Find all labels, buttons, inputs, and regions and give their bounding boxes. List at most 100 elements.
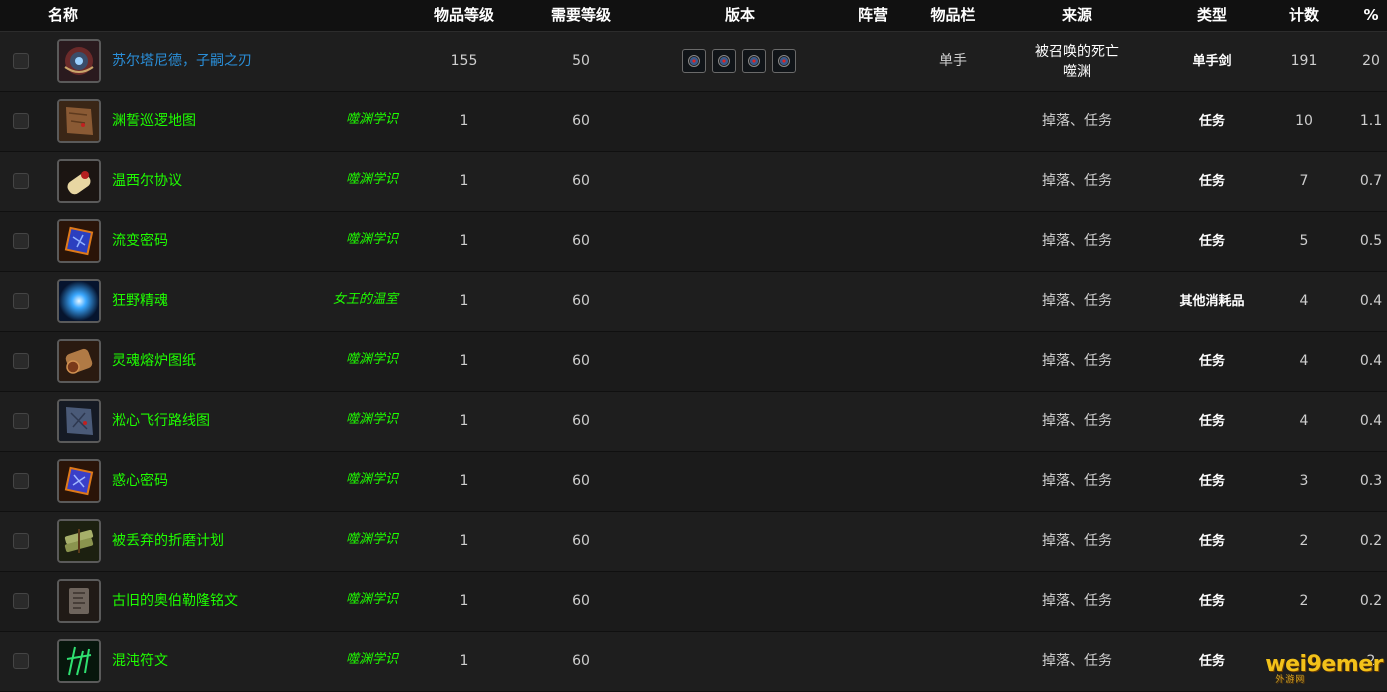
column-header-count[interactable]: 计数 bbox=[1289, 0, 1319, 32]
item-tag[interactable]: 噬渊学识 bbox=[346, 632, 398, 691]
item-name[interactable]: 被丢弃的折磨计划 bbox=[112, 512, 224, 571]
item-source: 掉落、任务 bbox=[1042, 233, 1112, 249]
item-name[interactable]: 狂野精魂 bbox=[112, 272, 168, 331]
row-checkbox[interactable] bbox=[13, 413, 29, 429]
column-header-percent[interactable]: % bbox=[1363, 0, 1378, 32]
item-source: 掉落、任务 bbox=[1042, 653, 1112, 669]
item-type[interactable]: 任务 bbox=[1199, 392, 1225, 451]
version-icon[interactable] bbox=[742, 49, 766, 73]
column-header-type[interactable]: 类型 bbox=[1197, 0, 1227, 32]
item-tag[interactable]: 女王的温室 bbox=[333, 272, 398, 331]
item-name[interactable]: 灵魂熔炉图纸 bbox=[112, 332, 196, 391]
item-name[interactable]: 流变密码 bbox=[112, 212, 168, 271]
cipher-cube-icon[interactable] bbox=[57, 219, 101, 263]
source-line-2[interactable]: 噬渊 bbox=[1035, 62, 1119, 82]
item-percent: 1.1 bbox=[1359, 113, 1383, 129]
item-tag[interactable]: 噬渊学识 bbox=[346, 332, 398, 391]
item-tag[interactable]: 噬渊学识 bbox=[346, 512, 398, 571]
wild-spirit-icon[interactable] bbox=[57, 279, 101, 323]
flight-map-icon[interactable] bbox=[57, 399, 101, 443]
table-row[interactable]: 被丢弃的折磨计划 噬渊学识 1 60 掉落、任务 任务 2 0.2 bbox=[0, 512, 1387, 572]
column-header-item-level[interactable]: 物品等级 bbox=[434, 0, 494, 32]
item-type[interactable]: 任务 bbox=[1199, 152, 1225, 211]
item-type[interactable]: 任务 bbox=[1199, 452, 1225, 511]
item-name[interactable]: 古旧的奥伯勒隆铭文 bbox=[112, 572, 238, 631]
source-line-1[interactable]: 被召唤的死亡 bbox=[1035, 42, 1119, 62]
bundle-icon[interactable] bbox=[57, 519, 101, 563]
item-source: 掉落、任务 bbox=[1042, 173, 1112, 189]
item-level: 1 bbox=[459, 353, 469, 369]
item-type[interactable]: 任务 bbox=[1199, 572, 1225, 631]
row-checkbox[interactable] bbox=[13, 53, 29, 69]
table-row[interactable]: 渊誓巡逻地图 噬渊学识 1 60 掉落、任务 任务 10 1.1 bbox=[0, 92, 1387, 152]
item-source: 掉落、任务 bbox=[1042, 473, 1112, 489]
table-row[interactable]: 灵魂熔炉图纸 噬渊学识 1 60 掉落、任务 任务 4 0.4 bbox=[0, 332, 1387, 392]
item-name[interactable]: 混沌符文 bbox=[112, 632, 168, 691]
item-source[interactable]: 被召唤的死亡 噬渊 bbox=[1035, 42, 1119, 82]
item-tag[interactable]: 噬渊学识 bbox=[346, 392, 398, 451]
item-name[interactable]: 苏尔塔尼德，子嗣之刃 bbox=[112, 32, 252, 91]
inscription-tablet-icon[interactable] bbox=[57, 579, 101, 623]
map-icon[interactable] bbox=[57, 99, 101, 143]
item-level: 1 bbox=[459, 653, 469, 669]
row-checkbox[interactable] bbox=[13, 533, 29, 549]
item-type[interactable]: 任务 bbox=[1199, 332, 1225, 391]
cipher-cube-icon[interactable] bbox=[57, 459, 101, 503]
item-tag[interactable]: 噬渊学识 bbox=[346, 92, 398, 151]
item-percent: 0.3 bbox=[1359, 473, 1383, 489]
column-header-slot[interactable]: 物品栏 bbox=[930, 0, 975, 32]
item-level: 1 bbox=[459, 293, 469, 309]
scroll-icon[interactable] bbox=[57, 159, 101, 203]
item-type[interactable]: 其他消耗品 bbox=[1179, 272, 1244, 331]
row-checkbox[interactable] bbox=[13, 233, 29, 249]
item-tag[interactable]: 噬渊学识 bbox=[346, 152, 398, 211]
row-checkbox[interactable] bbox=[13, 113, 29, 129]
column-header-required-level[interactable]: 需要等级 bbox=[551, 0, 611, 32]
item-slot: 单手 bbox=[939, 53, 967, 69]
item-tag[interactable]: 噬渊学识 bbox=[346, 212, 398, 271]
row-checkbox[interactable] bbox=[13, 473, 29, 489]
column-header-source[interactable]: 来源 bbox=[1062, 0, 1092, 32]
version-icon[interactable] bbox=[682, 49, 706, 73]
table-row[interactable]: 惑心密码 噬渊学识 1 60 掉落、任务 任务 3 0.3 bbox=[0, 452, 1387, 512]
item-tag[interactable]: 噬渊学识 bbox=[346, 452, 398, 511]
chaos-rune-icon[interactable] bbox=[57, 639, 101, 683]
watermark-subtext: 外游网 bbox=[1275, 675, 1306, 685]
required-level: 60 bbox=[572, 233, 590, 249]
column-header-name[interactable]: 名称 bbox=[48, 0, 78, 32]
column-header-faction[interactable]: 阵营 bbox=[858, 0, 888, 32]
row-checkbox[interactable] bbox=[13, 173, 29, 189]
table-row[interactable]: 狂野精魂 女王的温室 1 60 掉落、任务 其他消耗品 4 0.4 bbox=[0, 272, 1387, 332]
item-source: 掉落、任务 bbox=[1042, 413, 1112, 429]
item-name[interactable]: 温西尔协议 bbox=[112, 152, 182, 211]
column-header-version[interactable]: 版本 bbox=[725, 0, 755, 32]
item-type[interactable]: 任务 bbox=[1199, 212, 1225, 271]
version-icon[interactable] bbox=[712, 49, 736, 73]
item-type[interactable]: 单手剑 bbox=[1192, 32, 1231, 91]
sword-icon[interactable] bbox=[57, 39, 101, 83]
table-row[interactable]: 古旧的奥伯勒隆铭文 噬渊学识 1 60 掉落、任务 任务 2 0.2 bbox=[0, 572, 1387, 632]
required-level: 60 bbox=[572, 173, 590, 189]
table-row[interactable]: 流变密码 噬渊学识 1 60 掉落、任务 任务 5 0.5 bbox=[0, 212, 1387, 272]
table-row[interactable]: 淞心飞行路线图 噬渊学识 1 60 掉落、任务 任务 4 0.4 bbox=[0, 392, 1387, 452]
table-row[interactable]: 温西尔协议 噬渊学识 1 60 掉落、任务 任务 7 0.7 bbox=[0, 152, 1387, 212]
required-level: 60 bbox=[572, 353, 590, 369]
item-type[interactable]: 任务 bbox=[1199, 632, 1225, 691]
item-type[interactable]: 任务 bbox=[1199, 92, 1225, 151]
version-icon[interactable] bbox=[772, 49, 796, 73]
item-percent: 0.2 bbox=[1359, 593, 1383, 609]
item-name[interactable]: 淞心飞行路线图 bbox=[112, 392, 210, 451]
item-name[interactable]: 渊誓巡逻地图 bbox=[112, 92, 196, 151]
table-row[interactable]: 苏尔塔尼德，子嗣之刃 155 50 单手 被召唤的死亡 噬渊 单手剑 191 2… bbox=[0, 32, 1387, 92]
blueprint-scroll-icon[interactable] bbox=[57, 339, 101, 383]
version-icons bbox=[682, 49, 802, 75]
row-checkbox[interactable] bbox=[13, 593, 29, 609]
table-row[interactable]: 混沌符文 噬渊学识 1 60 掉落、任务 任务 2 bbox=[0, 632, 1387, 692]
item-name[interactable]: 惑心密码 bbox=[112, 452, 168, 511]
item-type[interactable]: 任务 bbox=[1199, 512, 1225, 571]
row-checkbox[interactable] bbox=[13, 353, 29, 369]
row-checkbox[interactable] bbox=[13, 653, 29, 669]
item-source: 掉落、任务 bbox=[1042, 533, 1112, 549]
item-tag[interactable]: 噬渊学识 bbox=[346, 572, 398, 631]
row-checkbox[interactable] bbox=[13, 293, 29, 309]
